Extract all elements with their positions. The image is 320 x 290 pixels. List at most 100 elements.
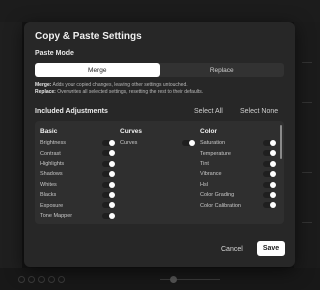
adjustment-toggle[interactable] (102, 171, 115, 178)
zoom-slider-knob (170, 276, 177, 283)
adjustment-row: Hsl (200, 180, 276, 190)
adjustment-toggle[interactable] (102, 191, 115, 198)
dot-icon (58, 276, 65, 283)
adjustment-row: Curves (120, 138, 195, 148)
rail-tick (302, 172, 312, 173)
adjustment-row: Saturation (200, 138, 276, 148)
adjustment-toggle[interactable] (263, 140, 276, 146)
adjustment-row: Vibrance (200, 169, 276, 179)
adjustments-panel: Basic Brightness Contrast Highlights Shadow… (35, 121, 284, 224)
dot-icon (28, 276, 35, 283)
adjustment-toggle[interactable] (102, 140, 115, 146)
paste-mode-toggle: Merge Replace (35, 63, 284, 77)
select-none-button[interactable]: Select None (240, 108, 278, 115)
adjustment-row: Tone Mapper (40, 211, 115, 221)
adjustment-toggle[interactable] (263, 150, 276, 157)
copy-paste-settings-dialog: Copy & Paste Settings Paste Mode Merge R… (24, 22, 295, 267)
replace-desc-text: Overwrites all selected settings, resett… (57, 88, 204, 95)
adjustment-row: Exposure (40, 200, 115, 210)
toggle-knob (270, 140, 276, 146)
adjustment-row: Contrast (40, 148, 115, 158)
paste-mode-replace-button[interactable]: Replace (160, 63, 285, 77)
adjustment-label: Tint (200, 160, 209, 167)
rail-tick (302, 62, 312, 63)
adjustment-label: Curves (120, 140, 138, 147)
adjustment-toggle[interactable] (263, 202, 276, 209)
toggle-knob (109, 212, 115, 219)
curves-heading: Curves (120, 128, 143, 135)
app-left-rail (0, 22, 22, 290)
app-right-rail (294, 22, 320, 290)
adjustment-row: Highlights (40, 159, 115, 169)
adjustment-label: Blacks (40, 192, 57, 199)
dot-icon (48, 276, 55, 283)
adjustment-toggle[interactable] (263, 171, 276, 178)
adjustment-label: Highlights (40, 160, 65, 167)
adjustment-row: Brightness (40, 138, 115, 148)
adjustment-toggle[interactable] (102, 181, 115, 188)
color-column: Color Saturation Temperature Tint Vibrance H… (200, 128, 276, 211)
adjustment-toggle[interactable] (102, 160, 115, 167)
adjustment-label: Exposure (40, 202, 64, 209)
filmstrip-dots (18, 276, 65, 283)
adjustment-label: Whites (40, 181, 57, 188)
adjustment-row: Color Calibration (200, 200, 276, 210)
adjustment-label: Temperature (200, 150, 231, 157)
toggle-knob (270, 150, 276, 157)
toggle-knob (109, 191, 115, 198)
adjustment-row: Whites (40, 180, 115, 190)
toggle-knob (270, 171, 276, 178)
adjustment-toggle[interactable] (263, 181, 276, 188)
adjustment-row: Color Grading (200, 190, 276, 200)
color-heading: Color (200, 128, 217, 135)
toggle-knob (109, 202, 115, 209)
adjustment-toggle[interactable] (102, 150, 115, 157)
adjustment-toggle[interactable] (263, 191, 276, 198)
dialog-title: Copy & Paste Settings (35, 31, 142, 42)
merge-desc-text: Adds your copied changes, leaving other … (52, 82, 188, 88)
replace-desc-title: Replace: (35, 88, 56, 95)
panel-scrollbar[interactable] (280, 125, 282, 159)
toggle-knob (109, 171, 115, 178)
adjustment-toggle[interactable] (102, 202, 115, 209)
adjustment-label: Vibrance (200, 171, 222, 178)
adjustment-row: Shadows (40, 169, 115, 179)
rail-tick (302, 102, 312, 103)
basic-column: Basic Brightness Contrast Highlights Shadow… (40, 128, 115, 221)
adjustment-toggle[interactable] (102, 212, 115, 219)
app-top-bar (0, 0, 320, 22)
curves-column: Curves Curves (120, 128, 195, 148)
included-adjustments-heading: Included Adjustments (35, 108, 108, 115)
adjustment-row: Temperature (200, 148, 276, 158)
rail-tick (302, 222, 312, 223)
adjustment-label: Color Grading (200, 192, 235, 199)
basic-heading: Basic (40, 128, 58, 135)
adjustment-toggle[interactable] (182, 140, 195, 146)
toggle-knob (270, 202, 276, 209)
save-button[interactable]: Save (257, 241, 285, 256)
cancel-button[interactable]: Cancel (221, 246, 243, 253)
adjustment-label: Tone Mapper (40, 212, 73, 219)
adjustment-label: Shadows (40, 171, 63, 178)
merge-desc-title: Merge: (35, 82, 52, 88)
adjustment-label: Saturation (200, 140, 226, 147)
adjustment-label: Brightness (40, 140, 66, 147)
adjustment-label: Contrast (40, 150, 61, 157)
adjustment-label: Color Calibration (200, 202, 241, 209)
paste-mode-label: Paste Mode (35, 50, 74, 57)
adjustment-row: Tint (200, 159, 276, 169)
paste-mode-merge-button[interactable]: Merge (35, 63, 160, 77)
toggle-knob (109, 160, 115, 167)
toggle-knob (109, 181, 115, 188)
toggle-knob (109, 150, 115, 157)
select-all-button[interactable]: Select All (194, 108, 223, 115)
adjustment-toggle[interactable] (263, 160, 276, 167)
dot-icon (18, 276, 25, 283)
adjustment-row: Blacks (40, 190, 115, 200)
paste-mode-description: Merge: Adds your copied changes, leaving… (35, 82, 287, 95)
toggle-knob (270, 191, 276, 198)
zoom-slider-track (160, 279, 220, 280)
toggle-knob (109, 140, 115, 146)
adjustment-label: Hsl (200, 181, 208, 188)
toggle-knob (189, 140, 195, 146)
